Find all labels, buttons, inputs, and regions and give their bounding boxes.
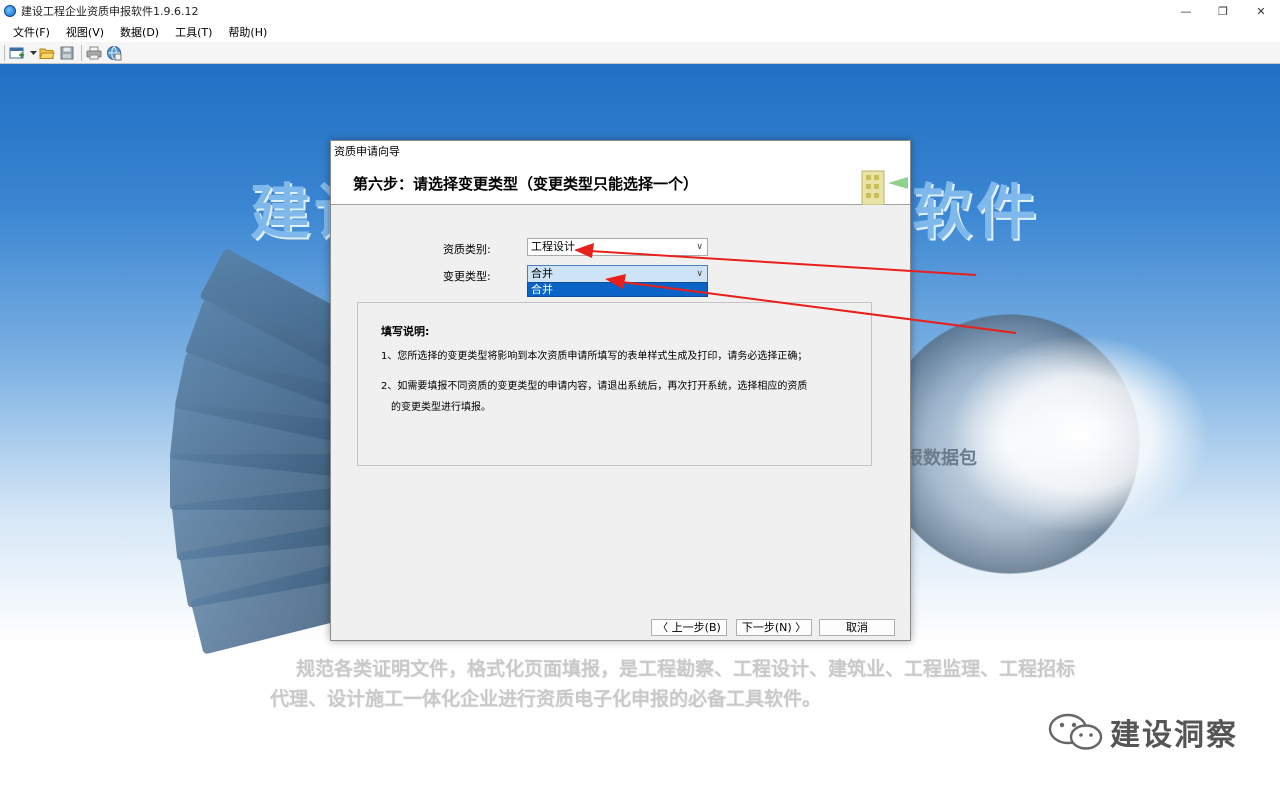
print-icon[interactable] [86, 45, 102, 61]
minimize-button[interactable]: — [1168, 0, 1204, 22]
close-button[interactable]: ✕ [1242, 0, 1280, 22]
next-button[interactable]: 下一步(N) 〉 [736, 619, 812, 636]
background-description: 规范各类证明文件，格式化页面填报，是工程勘察、工程设计、建筑业、工程监理、工程招… [270, 658, 1076, 710]
cloud-image [950, 334, 1210, 534]
cancel-button[interactable]: 取消 [819, 619, 895, 636]
window-controls: — ❐ ✕ [1168, 0, 1280, 22]
menu-bar: 文件(F) 视图(V) 数据(D) 工具(T) 帮助(H) [0, 22, 1280, 42]
instruction-line-1: 1、您所选择的变更类型将影响到本次资质申请所填写的表单样式生成及打印，请务必选择… [381, 351, 808, 362]
instructions-panel: 填写说明: 1、您所选择的变更类型将影响到本次资质申请所填写的表单样式生成及打印… [357, 302, 872, 466]
menu-view[interactable]: 视图(V) [60, 24, 110, 40]
window-title: 建设工程企业资质申报软件1.9.6.12 [21, 5, 199, 18]
qualification-wizard-dialog: 资质申请向导 第六步：请选择变更类型（变更类型只能选择一个） 资质类别: 工程设… [330, 140, 911, 641]
title-bar: 建设工程企业资质申报软件1.9.6.12 — ❐ ✕ [0, 0, 1280, 22]
chevron-down-icon: ∨ [696, 242, 703, 252]
previous-button[interactable]: 〈 上一步(B) [651, 619, 727, 636]
step-heading: 第六步：请选择变更类型（变更类型只能选择一个） [353, 175, 699, 193]
toolbar-grip [4, 44, 5, 61]
change-type-value: 合并 [531, 267, 553, 280]
menu-file[interactable]: 文件(F) [7, 24, 56, 40]
change-type-label: 变更类型: [443, 270, 491, 283]
chevron-down-icon: ∨ [696, 269, 703, 279]
toolbar-separator [81, 44, 82, 61]
qualification-select[interactable]: 工程设计 ∨ [527, 238, 708, 256]
instruction-line-2: 2、如需要填报不同资质的变更类型的申请内容，请退出系统后，再次打开系统，选择相应… [381, 381, 808, 392]
maximize-button[interactable]: ❐ [1204, 0, 1242, 22]
wechat-icon [1048, 713, 1104, 751]
open-folder-icon[interactable] [39, 45, 55, 61]
watermark: 建设洞察 [1048, 710, 1238, 754]
menu-tools[interactable]: 工具(T) [169, 24, 218, 40]
save-icon[interactable] [59, 45, 75, 61]
toolbar [0, 42, 1280, 64]
qualification-value: 工程设计 [531, 240, 575, 253]
instruction-line-3: 的变更类型进行填报。 [391, 402, 491, 413]
globe-icon[interactable] [106, 45, 122, 61]
change-type-select[interactable]: 合并 ∨ [527, 265, 708, 283]
background-package-text: 报数据包 [905, 448, 977, 469]
menu-data[interactable]: 数据(D) [114, 24, 165, 40]
new-file-icon[interactable] [9, 45, 25, 61]
watermark-text: 建设洞察 [1110, 718, 1238, 753]
menu-help[interactable]: 帮助(H) [222, 24, 273, 40]
background-title-right: 软件 [912, 178, 1040, 248]
change-type-option-merge[interactable]: 合并 [527, 282, 708, 297]
app-icon [4, 5, 16, 17]
qualification-label: 资质类别: [443, 243, 491, 256]
instructions-title: 填写说明: [381, 325, 430, 338]
dialog-title: 资质申请向导 [331, 141, 910, 163]
dropdown-arrow-icon[interactable] [29, 45, 37, 61]
dialog-header: 第六步：请选择变更类型（变更类型只能选择一个） [331, 163, 910, 206]
building-icon [860, 163, 910, 206]
